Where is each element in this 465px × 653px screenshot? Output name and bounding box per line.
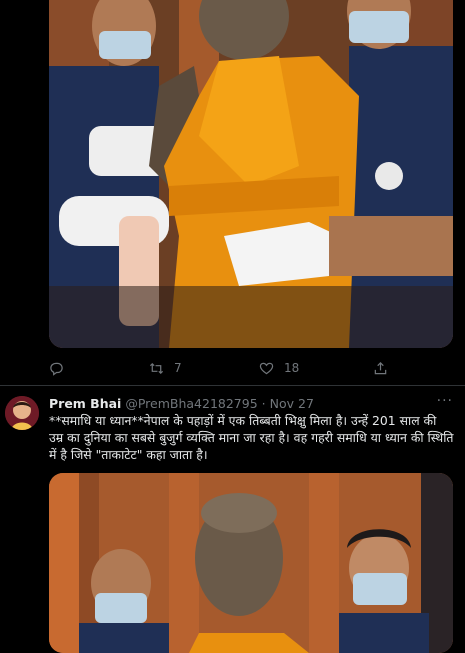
header-separator: · [261,395,266,411]
retweet-icon [149,362,164,374]
photo-illustration [49,473,453,653]
more-icon[interactable]: ··· [437,393,453,409]
photo-illustration [49,0,453,348]
tweet-photo-monk-seated[interactable] [49,473,453,653]
tweet-text: **समाधि या ध्यान**नेपाल के पहाड़ों में ए… [49,413,454,462]
reply-icon [50,362,63,376]
share-icon [374,361,387,374]
display-name[interactable]: Prem Bhai [49,396,121,411]
avatar[interactable] [5,396,39,430]
avatar-image [5,396,39,430]
tweet-photo-monk-carried[interactable] [49,0,453,348]
tweet-divider [0,385,465,386]
share-button[interactable] [373,357,388,379]
user-handle[interactable]: @PremBha42182795 [125,396,257,411]
retweet-count: 7 [174,361,182,375]
tweet-date[interactable]: Nov 27 [270,396,314,411]
like-count: 18 [284,361,300,375]
tweet-action-bar: 7 18 [49,357,453,379]
retweet-button[interactable]: 7 [149,357,182,379]
like-icon [259,362,274,374]
reply-button[interactable] [49,357,74,379]
tweet-header: Prem Bhai @PremBha42182795 · Nov 27 [49,394,425,412]
like-button[interactable]: 18 [259,357,299,379]
